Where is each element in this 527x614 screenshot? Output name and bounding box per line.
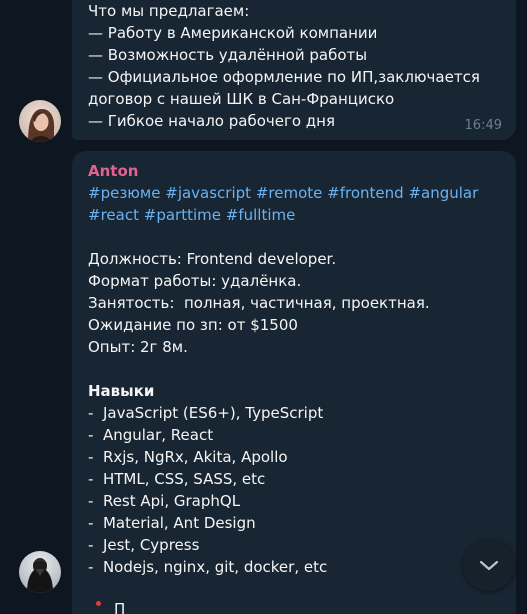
hashtags-line: #резюме #javascript #remote #frontend #a… — [88, 182, 500, 204]
message-text-line: — Официальное оформление по ИП,заключает… — [88, 68, 480, 86]
hashtag-link[interactable]: #parttime — [144, 206, 221, 224]
hashtag-link[interactable]: #angular — [408, 184, 478, 202]
detail-line: Опыт: 2г 8м. — [88, 338, 188, 356]
hashtag-link[interactable]: #javascript — [165, 184, 251, 202]
detail-line: Формат работы: удалёнка. — [88, 272, 302, 290]
red-bullet-icon — [96, 601, 101, 606]
hashtag-link[interactable]: #remote — [256, 184, 323, 202]
message-time: 16:49 — [464, 118, 502, 133]
hashtag-link[interactable]: #резюме — [88, 184, 160, 202]
skill-line: - Rest Api, GraphQL — [88, 492, 241, 510]
hashtag-link[interactable]: #fulltime — [226, 206, 296, 224]
detail-line: Ожидание по зп: от $1500 — [88, 316, 298, 334]
skill-line: - Jest, Cypress — [88, 536, 200, 554]
sender-name[interactable]: Anton — [88, 160, 500, 182]
message-text-line: Что мы предлагаем: — [88, 2, 250, 20]
skill-line: - HTML, CSS, SASS, etc — [88, 470, 266, 488]
skill-line: - Material, Ant Design — [88, 514, 256, 532]
message-text-line: — Гибкое начало рабочего дня — [88, 112, 335, 130]
skill-line: - Nodejs, nginx, git, docker, etc — [88, 558, 328, 576]
detail-line: Должность: Frontend developer. — [88, 250, 337, 268]
hashtag-link[interactable]: #frontend — [327, 184, 404, 202]
scroll-down-button[interactable] — [463, 539, 515, 591]
skills-heading: Навыки — [88, 382, 155, 400]
skill-line: - Rxjs, NgRx, Akita, Apollo — [88, 448, 288, 466]
hashtags-line: #react #parttime #fulltime — [88, 204, 500, 226]
message-text-line: — Работу в Американской компании — [88, 24, 378, 42]
hashtag-link[interactable]: #react — [88, 206, 139, 224]
avatar-photo-dark-figure-icon — [19, 551, 61, 593]
message-text-line: договор с нашей ШК в Сан-Франциско — [88, 90, 395, 108]
chat-area: Что мы предлагаем: — Работу в Американск… — [0, 0, 527, 614]
message-text-line: — Возможность удалённой работы — [88, 46, 368, 64]
message-bubble[interactable]: Что мы предлагаем: — Работу в Американск… — [72, 0, 516, 140]
skill-line: - Angular, React — [88, 426, 214, 444]
skill-line: - JavaScript (ES6+), TypeScript — [88, 404, 324, 422]
avatar-photo-woman-icon — [19, 100, 61, 142]
message-bubble[interactable]: Anton #резюме #javascript #remote #front… — [72, 151, 516, 614]
avatar[interactable] — [19, 100, 61, 142]
cut-off-text: П — [114, 600, 126, 614]
chevron-down-icon — [479, 560, 499, 571]
avatar[interactable] — [19, 551, 61, 593]
detail-line: Занятость: полная, частичная, проектная. — [88, 294, 430, 312]
